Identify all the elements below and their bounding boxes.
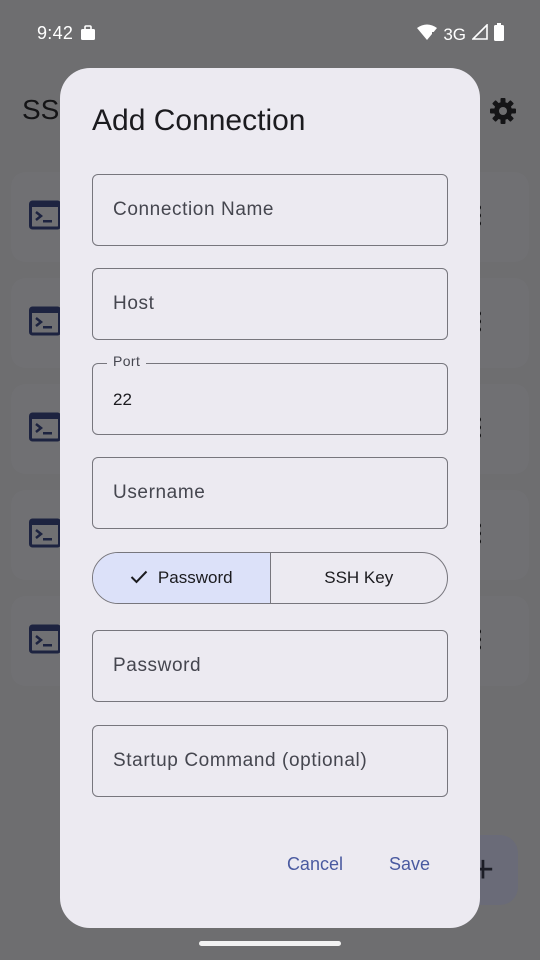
password-field[interactable]: Password [92, 630, 448, 702]
port-value: 22 [113, 390, 132, 409]
password-placeholder: Password [113, 655, 202, 676]
status-time: 9:42 [37, 23, 74, 43]
auth-option-ssh-key-label: SSH Key [324, 568, 394, 587]
terminal-icon [29, 518, 61, 553]
signal-icon [471, 23, 488, 45]
connection-name-field[interactable]: Connection Name [92, 174, 448, 246]
port-field[interactable]: Port 22 [92, 353, 448, 435]
connection-name-placeholder: Connection Name [113, 199, 275, 220]
auth-option-password-label: Password [157, 568, 233, 587]
auth-option-password[interactable]: Password [93, 553, 271, 603]
status-bar: 9:42 3G [0, 0, 540, 68]
startup-command-placeholder: Startup Command (optional) [113, 750, 368, 771]
status-icons: 3G [417, 23, 504, 46]
terminal-icon [29, 200, 61, 235]
gear-icon [488, 96, 518, 131]
dialog-title: Add Connection [92, 104, 306, 137]
check-icon [130, 568, 148, 589]
terminal-icon [29, 306, 61, 341]
network-type: 3G [443, 24, 466, 44]
host-field[interactable]: Host [92, 268, 448, 340]
startup-command-field[interactable]: Startup Command (optional) [92, 725, 448, 797]
add-connection-dialog: Add Connection Connection Name Host Port… [60, 68, 480, 928]
dialog-actions: Cancel Save [287, 854, 430, 875]
auth-option-ssh-key[interactable]: SSH Key [271, 553, 448, 603]
terminal-icon [29, 412, 61, 447]
username-placeholder: Username [113, 482, 206, 503]
host-placeholder: Host [113, 293, 155, 314]
briefcase-icon [80, 25, 96, 46]
cancel-button[interactable]: Cancel [287, 854, 343, 875]
port-label: Port [107, 353, 147, 369]
wifi-icon [417, 24, 438, 46]
battery-icon [494, 23, 504, 46]
username-field[interactable]: Username [92, 457, 448, 529]
save-button[interactable]: Save [389, 854, 430, 875]
terminal-icon [29, 624, 61, 659]
auth-type-toggle: Password SSH Key [92, 552, 448, 604]
gesture-nav-handle[interactable] [199, 941, 341, 946]
